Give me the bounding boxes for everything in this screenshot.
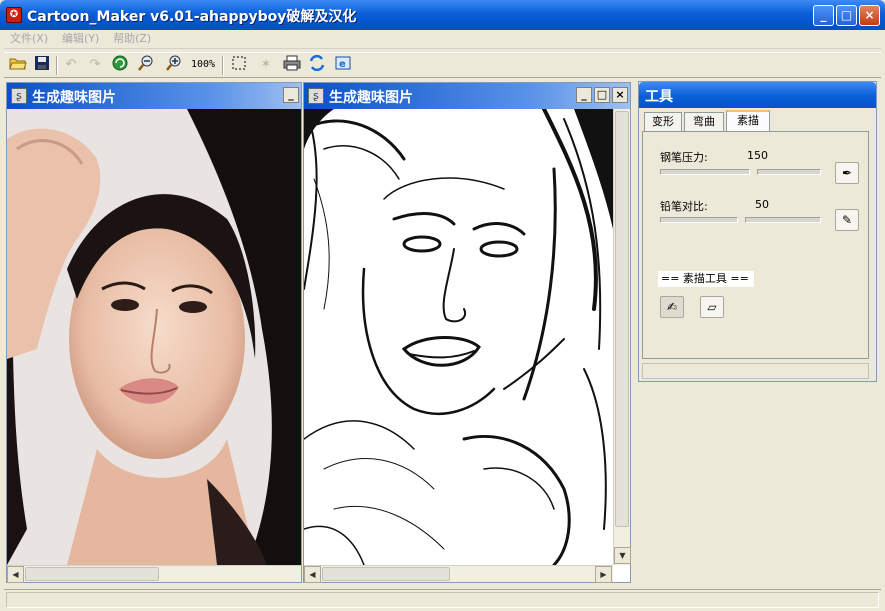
zoom-in-icon[interactable] — [163, 55, 185, 76]
zoom-level-label: 100% — [191, 59, 216, 70]
scroll-thumb[interactable] — [322, 567, 450, 581]
image-doc-icon: ʂ — [11, 88, 27, 104]
scroll-right-button[interactable]: ▶ — [595, 566, 612, 583]
window-titlebar[interactable]: ✪ Cartoon_Maker v6.01-ahappyboy破解及汉化 _ □… — [0, 0, 885, 30]
status-bar — [4, 589, 881, 609]
undo-icon[interactable]: ↶ — [60, 55, 82, 76]
pencil-draw-icon[interactable]: ✍ — [660, 296, 684, 318]
window-title: Cartoon_Maker v6.01-ahappyboy破解及汉化 — [27, 9, 357, 25]
sketch-image-window[interactable]: ʂ 生成趣味图片 _ □ × ▼ ◀ ▶ — [303, 82, 631, 583]
pen-pressure-value: 150 — [747, 149, 768, 162]
pencil-contrast-slider-left[interactable] — [660, 217, 738, 223]
scroll-thumb[interactable] — [25, 567, 159, 581]
scroll-left-button[interactable]: ◀ — [7, 566, 24, 583]
scroll-left-button[interactable]: ◀ — [304, 566, 321, 583]
sketch-vertical-scrollbar[interactable]: ▼ — [613, 109, 631, 565]
sketch-image — [304, 109, 613, 565]
original-horizontal-scrollbar[interactable]: ◀ — [7, 565, 301, 583]
tool-panel-footer — [642, 363, 869, 379]
zoom-out-icon[interactable] — [135, 55, 157, 76]
tab-sketch[interactable]: 素描 — [726, 110, 770, 132]
convert-icon[interactable] — [306, 54, 328, 76]
save-icon[interactable] — [31, 55, 53, 76]
menu-edit[interactable]: 编辑(Y) — [62, 30, 99, 48]
status-cell — [6, 592, 879, 608]
minimize-button[interactable]: _ — [813, 5, 834, 26]
sketch-maximize-button[interactable]: □ — [594, 87, 610, 103]
close-button[interactable]: × — [859, 5, 880, 26]
selection-icon[interactable] — [228, 55, 250, 76]
pen-nib-icon[interactable]: ✒ — [835, 162, 859, 184]
menu-help[interactable]: 帮助(Z) — [113, 30, 151, 48]
refresh-icon[interactable] — [109, 55, 131, 76]
menu-file[interactable]: 文件(X) — [10, 30, 48, 48]
original-window-title: 生成趣味图片 — [32, 90, 116, 106]
pencil-contrast-slider-right[interactable] — [745, 217, 821, 223]
menu-bar: 文件(X) 编辑(Y) 帮助(Z) — [4, 30, 881, 49]
app-logo-icon: ✪ — [6, 7, 22, 23]
sketch-tools-label: == 素描工具 == — [658, 271, 754, 287]
magic-wand-icon[interactable]: ✶ — [255, 55, 277, 76]
original-photo — [7, 109, 301, 565]
open-folder-icon[interactable] — [7, 55, 29, 76]
sketch-minimize-button[interactable]: _ — [576, 87, 592, 103]
pencil-contrast-label: 铅笔对比: — [660, 200, 708, 213]
sketch-close-button[interactable]: × — [612, 87, 628, 103]
tool-panel-titlebar[interactable]: 工具 — [639, 82, 876, 108]
print-icon[interactable] — [281, 55, 303, 76]
image-doc-icon: ʂ — [308, 88, 324, 104]
pencil-icon[interactable]: ✎ — [835, 209, 859, 231]
sketch-horizontal-scrollbar[interactable]: ◀ ▶ — [304, 565, 613, 583]
original-window-titlebar[interactable]: ʂ 生成趣味图片 _ — [7, 83, 301, 109]
pen-pressure-slider-right[interactable] — [757, 169, 821, 175]
tab-bend[interactable]: 弯曲 — [684, 112, 724, 131]
mdi-workspace: ʂ 生成趣味图片 _ ◀ ʂ 生成趣味图片 _ □ × ▼ ◀ ▶ — [4, 80, 635, 585]
toolbar: ↶ ↷ 100% ✶ e — [4, 52, 881, 78]
scroll-down-button[interactable]: ▼ — [614, 547, 631, 564]
sketch-tab-content: 钢笔压力: 150 ✒ 铅笔对比: 50 ✎ == 素描工具 == ✍ ▱ — [642, 131, 869, 359]
pen-pressure-label: 钢笔压力: — [660, 151, 708, 164]
tool-panel-title: 工具 — [645, 89, 673, 105]
sketch-window-title: 生成趣味图片 — [329, 90, 413, 106]
pencil-contrast-value: 50 — [755, 198, 769, 211]
tab-transform[interactable]: 变形 — [644, 112, 682, 131]
browser-icon[interactable]: e — [332, 55, 354, 76]
maximize-button[interactable]: □ — [836, 5, 857, 26]
redo-icon[interactable]: ↷ — [84, 55, 106, 76]
original-minimize-button[interactable]: _ — [283, 87, 299, 103]
scroll-thumb[interactable] — [615, 111, 629, 527]
svg-text:e: e — [339, 59, 346, 70]
pen-pressure-slider-left[interactable] — [660, 169, 750, 175]
original-image-window[interactable]: ʂ 生成趣味图片 _ ◀ — [6, 82, 302, 583]
eraser-icon[interactable]: ▱ — [700, 296, 724, 318]
sketch-window-titlebar[interactable]: ʂ 生成趣味图片 _ □ × — [304, 83, 630, 109]
tool-panel: 工具 变形 弯曲 素描 钢笔压力: 150 ✒ 铅笔对比: 50 ✎ == 素描… — [638, 81, 877, 382]
